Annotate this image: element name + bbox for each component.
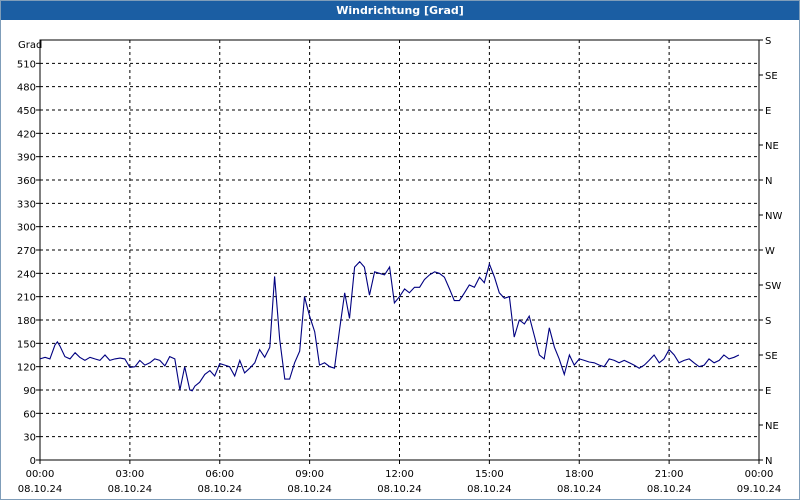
right-tick-label: SE: [765, 71, 778, 82]
x-tick-date: 08.10.24: [287, 484, 332, 495]
x-tick-date: 08.10.24: [467, 484, 512, 495]
x-tick-time: 06:00: [205, 469, 234, 480]
right-tick-label: N: [765, 176, 772, 187]
x-tick-time: 15:00: [475, 469, 504, 480]
x-tick-date: 09.10.24: [737, 484, 782, 495]
x-tick-time: 00:00: [26, 469, 55, 480]
right-tick-label: E: [765, 386, 771, 397]
x-tick-time: 21:00: [655, 469, 684, 480]
y-tick-label: 360: [17, 176, 36, 187]
y-tick-label: 30: [23, 433, 36, 444]
right-tick-label: NE: [765, 141, 779, 152]
y-axis-label: Grad: [18, 40, 42, 51]
x-tick-date: 08.10.24: [18, 484, 63, 495]
x-tick-time: 12:00: [385, 469, 414, 480]
right-tick-label: NW: [765, 211, 782, 222]
wind-direction-chart: Grad 0 30 60 90 120 150 180 210 240 270 300 330 360 3…: [17, 36, 783, 495]
x-tick-time: 09:00: [295, 469, 324, 480]
x-tick-time: 03:00: [115, 469, 144, 480]
right-tick-label: S: [765, 316, 771, 327]
x-tick-date: 08.10.24: [557, 484, 602, 495]
y-tick-label: 120: [17, 363, 36, 374]
y-tick-label: 510: [17, 59, 36, 70]
y-tick-label: 150: [17, 339, 36, 350]
right-axis-ticks: N NE E SE S SW W NW N NE E SE S: [759, 36, 782, 467]
right-tick-label: W: [765, 246, 775, 257]
y-tick-label: 330: [17, 199, 36, 210]
y-tick-label: 0: [30, 456, 36, 467]
x-tick-date: 08.10.24: [197, 484, 242, 495]
y-axis-ticks: 0 30 60 90 120 150 180 210 240 270 300 330 360 390 420…: [17, 59, 40, 467]
y-tick-label: 450: [17, 106, 36, 117]
x-axis-ticks: 00:00 08.10.24 03:00 08.10.24 06:00 08.10.24 0…: [18, 460, 782, 495]
x-tick-time: 00:00: [745, 469, 774, 480]
y-tick-label: 210: [17, 293, 36, 304]
x-tick-date: 08.10.24: [647, 484, 692, 495]
right-tick-label: E: [765, 106, 771, 117]
right-tick-label: NE: [765, 421, 779, 432]
y-tick-label: 390: [17, 153, 36, 164]
y-tick-label: 480: [17, 83, 36, 94]
y-tick-label: 420: [17, 129, 36, 140]
right-tick-label: SW: [765, 281, 781, 292]
y-tick-label: 60: [23, 409, 36, 420]
y-tick-label: 270: [17, 246, 36, 257]
y-tick-label: 240: [17, 269, 36, 280]
right-tick-label: SE: [765, 351, 778, 362]
grid-lines: [40, 40, 759, 460]
x-tick-date: 08.10.24: [377, 484, 422, 495]
right-tick-label: S: [765, 36, 771, 47]
y-tick-label: 180: [17, 316, 36, 327]
y-tick-label: 90: [23, 386, 36, 397]
y-tick-label: 300: [17, 223, 36, 234]
x-tick-time: 18:00: [565, 469, 594, 480]
x-tick-date: 08.10.24: [108, 484, 153, 495]
wind-direction-series-line: [39, 260, 740, 392]
right-tick-label: N: [765, 456, 772, 467]
